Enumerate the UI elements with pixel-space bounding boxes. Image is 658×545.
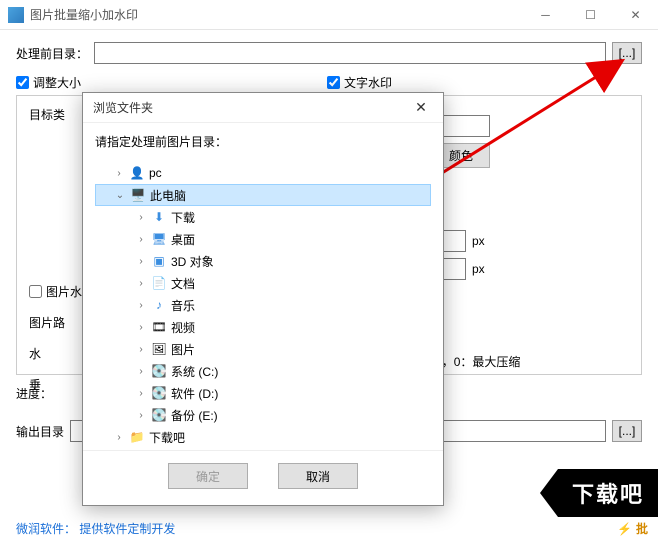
tree-label: 音乐 xyxy=(171,297,195,314)
tree-label: 软件 (D:) xyxy=(171,385,218,402)
tree-node-desktop[interactable]: › 🖥 桌面 xyxy=(95,228,431,250)
tree-label: 桌面 xyxy=(171,231,195,248)
target-type-label: 目标类 xyxy=(29,106,65,123)
ok-button[interactable]: 确定 xyxy=(168,463,248,489)
video-icon: 🎞 xyxy=(151,319,167,335)
source-dir-input[interactable] xyxy=(94,42,606,64)
cube-icon: ▣ xyxy=(151,253,167,269)
chevron-right-icon[interactable]: › xyxy=(135,212,147,223)
text-watermark-checkbox-input[interactable] xyxy=(327,76,340,89)
maximize-button[interactable]: ☐ xyxy=(568,0,613,30)
horizontal-label: 水 xyxy=(29,345,41,362)
titlebar: 图片批量缩小加水印 ─ ☐ ✕ xyxy=(0,0,658,30)
chevron-right-icon[interactable]: › xyxy=(135,410,147,421)
lightning-icon: ⚡ xyxy=(617,522,632,536)
browse-button[interactable]: [...] xyxy=(612,42,642,64)
text-watermark-checkbox[interactable]: 文字水印 xyxy=(327,74,392,91)
resize-checkbox-label: 调整大小 xyxy=(33,74,81,91)
image-path-label: 图片路 xyxy=(29,314,65,331)
app-icon xyxy=(8,7,24,23)
minimize-button[interactable]: ─ xyxy=(523,0,568,30)
drive-icon: 💽 xyxy=(151,407,167,423)
download-icon: ⬇ xyxy=(151,209,167,225)
browse-folder-dialog: 浏览文件夹 ✕ 请指定处理前图片目录： › 👤 pc ⌄ 🖥️ 此电脑 › ⬇ … xyxy=(82,92,444,506)
footer-link[interactable]: 提供软件定制开发 xyxy=(79,522,175,536)
output-dir-label: 输出目录 xyxy=(16,423,64,440)
chevron-right-icon[interactable]: › xyxy=(135,300,147,311)
tree-node-drive-e[interactable]: › 💽 备份 (E:) xyxy=(95,404,431,426)
dialog-titlebar: 浏览文件夹 ✕ xyxy=(83,93,443,123)
tree-label: 备份 (E:) xyxy=(171,407,218,424)
vertical-label: 垂 xyxy=(29,376,41,393)
tree-node-xiazaiba[interactable]: › 📁 下载吧 xyxy=(95,426,431,448)
image-watermark-checkbox-input[interactable] xyxy=(29,285,42,298)
music-icon: ♪ xyxy=(151,297,167,313)
image-watermark-checkbox[interactable]: 图片水 xyxy=(29,283,82,300)
tree-node-drive-d[interactable]: › 💽 软件 (D:) xyxy=(95,382,431,404)
picture-icon: 🖼 xyxy=(151,341,167,357)
folder-icon: 📁 xyxy=(129,429,145,445)
cancel-button[interactable]: 取消 xyxy=(278,463,358,489)
px-label-1: px xyxy=(472,234,485,248)
close-button[interactable]: ✕ xyxy=(613,0,658,30)
chevron-right-icon[interactable]: › xyxy=(135,344,147,355)
chevron-right-icon[interactable]: › xyxy=(135,322,147,333)
chevron-right-icon[interactable]: › xyxy=(113,168,125,179)
tree-node-this-pc[interactable]: ⌄ 🖥️ 此电脑 xyxy=(95,184,431,206)
px-label-2: px xyxy=(472,262,485,276)
footer-action: 批 xyxy=(636,520,648,537)
tree-node-drive-c[interactable]: › 💽 系统 (C:) xyxy=(95,360,431,382)
user-icon: 👤 xyxy=(129,165,145,181)
desktop-icon: 🖥 xyxy=(151,231,167,247)
dialog-close-button[interactable]: ✕ xyxy=(409,99,433,116)
tree-node-pc[interactable]: › 👤 pc xyxy=(95,162,431,184)
drive-icon: 💽 xyxy=(151,363,167,379)
tree-label: 系统 (C:) xyxy=(171,363,218,380)
chevron-right-icon[interactable]: › xyxy=(135,256,147,267)
tree-node-videos[interactable]: › 🎞 视频 xyxy=(95,316,431,338)
tree-node-3d-objects[interactable]: › ▣ 3D 对象 xyxy=(95,250,431,272)
resize-checkbox-input[interactable] xyxy=(16,76,29,89)
document-icon: 📄 xyxy=(151,275,167,291)
tree-label: 此电脑 xyxy=(150,187,186,204)
source-dir-label: 处理前目录： xyxy=(16,45,88,62)
tree-label: 图片 xyxy=(171,341,195,358)
tree-label: 下载 xyxy=(171,209,195,226)
image-watermark-checkbox-label: 图片水 xyxy=(46,283,82,300)
tree-label: pc xyxy=(149,166,162,180)
chevron-right-icon[interactable]: › xyxy=(135,388,147,399)
folder-tree[interactable]: › 👤 pc ⌄ 🖥️ 此电脑 › ⬇ 下载 › 🖥 桌面 › ▣ xyxy=(95,162,431,448)
output-browse-button[interactable]: [...] xyxy=(612,420,642,442)
tree-label: 3D 对象 xyxy=(171,253,214,270)
drive-icon: 💽 xyxy=(151,385,167,401)
tree-label: 视频 xyxy=(171,319,195,336)
tree-node-downloads[interactable]: › ⬇ 下载 xyxy=(95,206,431,228)
chevron-right-icon[interactable]: › xyxy=(135,366,147,377)
tree-label: 下载吧 xyxy=(149,429,185,446)
tree-node-music[interactable]: › ♪ 音乐 xyxy=(95,294,431,316)
chevron-right-icon[interactable]: › xyxy=(113,432,125,443)
footer: 微润软件： 提供软件定制开发 ⚡ 批 xyxy=(16,520,648,537)
tree-label: 文档 xyxy=(171,275,195,292)
window-title: 图片批量缩小加水印 xyxy=(30,6,523,23)
dialog-title: 浏览文件夹 xyxy=(93,99,409,116)
text-watermark-checkbox-label: 文字水印 xyxy=(344,74,392,91)
resize-checkbox[interactable]: 调整大小 xyxy=(16,74,81,91)
tree-node-pictures[interactable]: › 🖼 图片 xyxy=(95,338,431,360)
chevron-down-icon[interactable]: ⌄ xyxy=(114,190,126,201)
tree-node-documents[interactable]: › 📄 文档 xyxy=(95,272,431,294)
footer-brand: 微润软件： xyxy=(16,522,76,536)
computer-icon: 🖥️ xyxy=(130,187,146,203)
dialog-instruction: 请指定处理前图片目录： xyxy=(95,133,431,150)
chevron-right-icon[interactable]: › xyxy=(135,278,147,289)
chevron-right-icon[interactable]: › xyxy=(135,234,147,245)
download-badge: 下载吧 xyxy=(558,469,658,517)
